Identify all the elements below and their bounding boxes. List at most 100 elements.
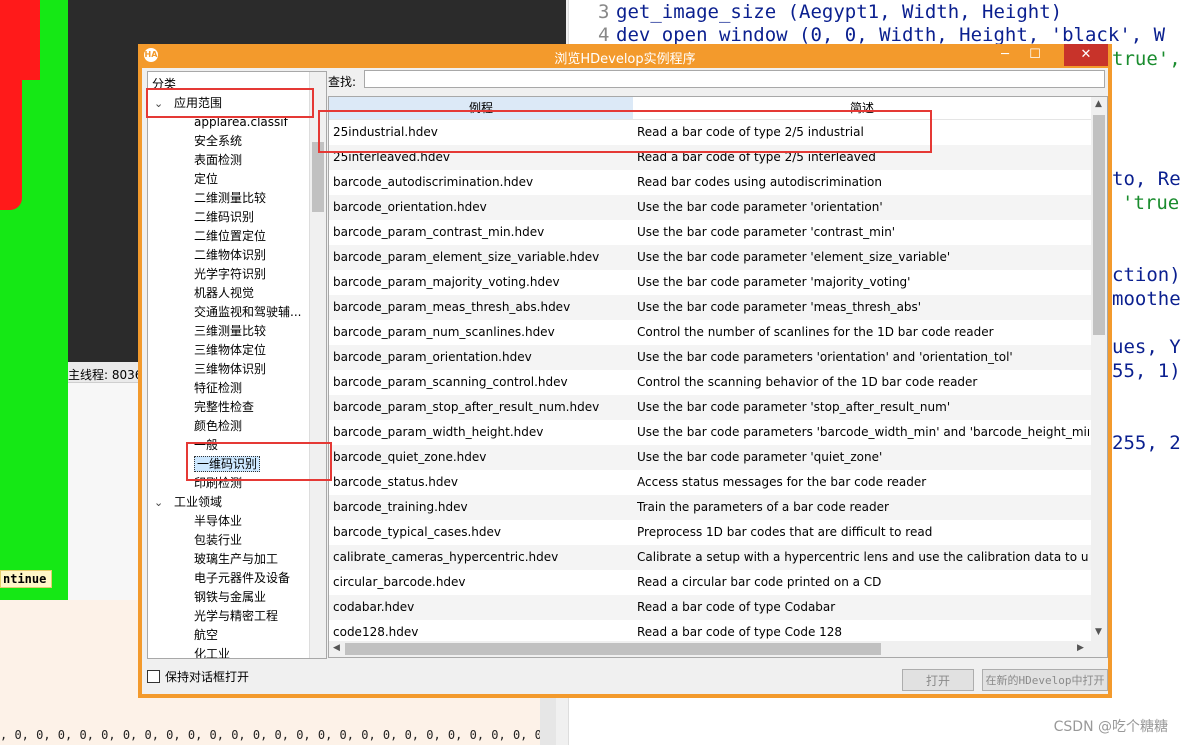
- example-description-cell: Control the number of scanlines for the …: [637, 325, 994, 339]
- example-description-cell: Use the bar code parameter 'majority_vot…: [637, 275, 911, 289]
- table-vscroll-thumb[interactable]: [1093, 115, 1105, 335]
- tree-item-label: 航空: [194, 628, 219, 642]
- open-in-new-hdevelop-button[interactable]: 在新的HDevelop中打开: [982, 669, 1108, 691]
- tree-item[interactable]: 特征检测: [194, 379, 242, 398]
- tree-item[interactable]: 光学与精密工程: [194, 607, 278, 626]
- table-row[interactable]: barcode_param_stop_after_result_num.hdev…: [329, 395, 1091, 420]
- tree-scrollbar[interactable]: [309, 72, 326, 658]
- example-description-cell: Access status messages for the bar code …: [637, 475, 927, 489]
- tree-item[interactable]: 二维测量比较: [194, 189, 266, 208]
- maximize-button[interactable]: ☐: [1020, 44, 1050, 66]
- tree-item[interactable]: 电子元器件及设备: [194, 569, 290, 588]
- tree-item[interactable]: 一维码识别: [194, 455, 261, 474]
- table-row[interactable]: barcode_param_majority_voting.hdev Use th…: [329, 270, 1091, 295]
- example-name-cell: 25interleaved.hdev: [333, 150, 450, 164]
- tree-item[interactable]: 包装行业: [194, 531, 242, 550]
- chevron-down-icon[interactable]: ⌄: [154, 493, 163, 512]
- scroll-right-icon[interactable]: ▶: [1077, 643, 1084, 653]
- table-row[interactable]: barcode_param_width_height.hdev Use the b…: [329, 420, 1091, 445]
- example-description-cell: Use the bar code parameter 'element_size…: [637, 250, 951, 264]
- tree-category-industry[interactable]: ⌄ 工业领域: [154, 493, 222, 512]
- scroll-left-icon[interactable]: ◀: [333, 643, 340, 653]
- dialog-titlebar[interactable]: HA 浏览HDevelop实例程序 ─ ☐ ✕: [138, 44, 1112, 68]
- example-description-cell: Use the bar code parameter 'contrast_min…: [637, 225, 896, 239]
- example-description-cell: Read bar codes using autodiscrimination: [637, 175, 882, 189]
- tree-item[interactable]: 一般: [194, 436, 218, 455]
- table-row[interactable]: barcode_param_orientation.hdev Use the ba…: [329, 345, 1091, 370]
- example-name-cell: 25industrial.hdev: [333, 125, 438, 139]
- table-row[interactable]: 25industrial.hdev Read a bar code of type…: [329, 120, 1091, 145]
- table-row[interactable]: 25interleaved.hdev Read a bar code of typ…: [329, 145, 1091, 170]
- code-fragment: ction): [1112, 264, 1181, 286]
- code-line[interactable]: get_image_size (Aegypt1, Width, Height): [616, 1, 1062, 23]
- tree-item-label: 安全系统: [194, 134, 243, 148]
- code-line[interactable]: dev_open_window (0, 0, Width, Height, 'b…: [616, 24, 1165, 46]
- examples-dialog: HA 浏览HDevelop实例程序 ─ ☐ ✕ 分类 ⌄ 应用范围 applarea…: [138, 44, 1112, 698]
- tree-item[interactable]: 二维物体识别: [194, 246, 266, 265]
- tree-item-label: 表面检测: [194, 153, 243, 167]
- table-row[interactable]: circular_barcode.hdev Read a circular bar…: [329, 570, 1091, 595]
- tree-item-label: 颜色检测: [194, 419, 243, 433]
- table-row[interactable]: barcode_quiet_zone.hdev Use the bar code …: [329, 445, 1091, 470]
- tree-item[interactable]: 定位: [194, 170, 218, 189]
- tree-item-label: 二维码识别: [194, 210, 255, 224]
- table-row[interactable]: barcode_param_num_scanlines.hdev Control …: [329, 320, 1091, 345]
- table-row[interactable]: codabar.hdev Read a bar code of type Coda…: [329, 595, 1091, 620]
- tree-item-label: 玻璃生产与加工: [194, 552, 279, 566]
- close-button[interactable]: ✕: [1064, 44, 1108, 66]
- example-description-cell: Use the bar code parameters 'barcode_wid…: [637, 425, 1089, 439]
- tree-item[interactable]: 完整性检查: [194, 398, 254, 417]
- minimize-button[interactable]: ─: [990, 44, 1020, 66]
- example-name-cell: barcode_autodiscrimination.hdev: [333, 175, 534, 189]
- column-header-example[interactable]: 例程: [329, 97, 633, 119]
- tree-category-application[interactable]: ⌄ 应用范围: [154, 94, 222, 113]
- table-row[interactable]: barcode_param_contrast_min.hdev Use the b…: [329, 220, 1091, 245]
- example-name-cell: barcode_status.hdev: [333, 475, 458, 489]
- tree-item[interactable]: 航空: [194, 626, 218, 645]
- example-description-cell: Use the bar code parameter 'meas_thresh_…: [637, 300, 922, 314]
- tree-item[interactable]: 三维测量比较: [194, 322, 266, 341]
- category-tree[interactable]: 分类 ⌄ 应用范围 applarea.classif 安全系统 表面检测 定位 二维测量比较…: [147, 71, 327, 659]
- column-header-description[interactable]: 简述: [633, 97, 1091, 119]
- checkbox-box[interactable]: [147, 670, 160, 683]
- tree-item[interactable]: 光学字符识别: [194, 265, 266, 284]
- example-name-cell: barcode_param_meas_thresh_abs.hdev: [333, 300, 571, 314]
- table-row[interactable]: calibrate_cameras_hypercentric.hdev Calib…: [329, 545, 1091, 570]
- table-row[interactable]: barcode_param_scanning_control.hdev Contr…: [329, 370, 1091, 395]
- table-row[interactable]: barcode_status.hdev Access status message…: [329, 470, 1091, 495]
- tree-item[interactable]: 化工业: [194, 645, 230, 658]
- tree-item[interactable]: 玻璃生产与加工: [194, 550, 278, 569]
- chevron-down-icon[interactable]: ⌄: [154, 94, 163, 113]
- tree-item[interactable]: 机器人视觉: [194, 284, 254, 303]
- search-input[interactable]: [364, 70, 1105, 88]
- tree-item[interactable]: 钢铁与金属业: [194, 588, 266, 607]
- tree-item[interactable]: 颜色检测: [194, 417, 242, 436]
- table-vertical-scrollbar[interactable]: ▲ ▼: [1091, 97, 1107, 641]
- tree-item[interactable]: 表面检测: [194, 151, 242, 170]
- tree-item[interactable]: 半导体业: [194, 512, 242, 531]
- table-row[interactable]: barcode_param_element_size_variable.hdev…: [329, 245, 1091, 270]
- search-label: 查找:: [328, 75, 357, 89]
- open-button[interactable]: 打开: [902, 669, 974, 691]
- table-row[interactable]: barcode_orientation.hdev Use the bar code…: [329, 195, 1091, 220]
- tree-item[interactable]: 安全系统: [194, 132, 242, 151]
- tree-item[interactable]: applarea.classif: [194, 113, 288, 132]
- code-fragment: 55, 1): [1112, 360, 1181, 382]
- table-horizontal-scrollbar[interactable]: ◀ ▶: [329, 641, 1107, 657]
- table-row[interactable]: barcode_autodiscrimination.hdev Read bar …: [329, 170, 1091, 195]
- tree-scroll-thumb[interactable]: [312, 142, 324, 212]
- tree-item[interactable]: 交通监视和驾驶辅...: [194, 303, 301, 322]
- tree-item[interactable]: 三维物体识别: [194, 360, 266, 379]
- tree-item[interactable]: 三维物体定位: [194, 341, 266, 360]
- scroll-up-icon[interactable]: ▲: [1095, 99, 1102, 109]
- table-row[interactable]: barcode_typical_cases.hdev Preprocess 1D …: [329, 520, 1091, 545]
- table-row[interactable]: barcode_training.hdev Train the parameter…: [329, 495, 1091, 520]
- tree-item[interactable]: 二维码识别: [194, 208, 254, 227]
- code-fragment: ues, Y: [1112, 336, 1181, 358]
- table-hscroll-thumb[interactable]: [345, 643, 881, 655]
- tree-item[interactable]: 印刷检测: [194, 474, 242, 493]
- scroll-down-icon[interactable]: ▼: [1095, 627, 1102, 637]
- tree-item[interactable]: 二维位置定位: [194, 227, 266, 246]
- keep-open-checkbox[interactable]: 保持对话框打开: [147, 668, 249, 685]
- table-row[interactable]: barcode_param_meas_thresh_abs.hdev Use th…: [329, 295, 1091, 320]
